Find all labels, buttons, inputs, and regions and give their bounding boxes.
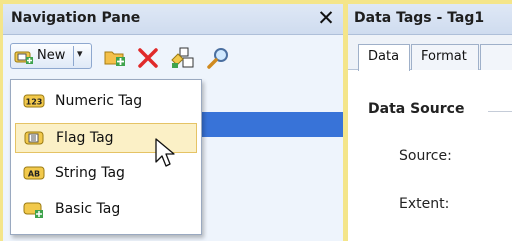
- section-divider: [488, 111, 512, 112]
- source-label: Source:: [399, 148, 452, 164]
- menu-item-numeric-tag[interactable]: 123 Numeric Tag: [15, 87, 197, 117]
- menu-item-label: String Tag: [55, 165, 125, 181]
- svg-text:AB: AB: [28, 170, 40, 179]
- close-icon[interactable]: ✕: [314, 6, 338, 30]
- basic-tag-icon: [23, 202, 43, 218]
- navigation-toolbar: New ▾: [3, 35, 343, 75]
- tab-label: Data: [368, 49, 400, 64]
- menu-item-label: Basic Tag: [55, 201, 121, 217]
- new-tag-menu: 123 Numeric Tag Flag Tag AB String Tag B…: [10, 79, 202, 235]
- new-button[interactable]: New ▾: [10, 43, 92, 69]
- tag-properties-icon[interactable]: [171, 47, 195, 69]
- new-button-divider: [73, 46, 74, 66]
- numeric-tag-icon: 123: [23, 94, 45, 108]
- svg-text:123: 123: [26, 98, 43, 107]
- menu-item-label: Flag Tag: [56, 130, 114, 146]
- navigation-pane-header: Navigation Pane ✕: [3, 4, 343, 35]
- mouse-cursor-icon: [155, 138, 175, 167]
- data-tags-panel: Data Tags - Tag1 Data Format Data Source…: [348, 4, 512, 241]
- delete-icon[interactable]: [137, 47, 159, 69]
- new-tag-icon: [14, 51, 33, 64]
- navigation-pane: Navigation Pane ✕ New ▾ 123 Numeric Tag …: [3, 4, 343, 241]
- navigation-pane-title: Navigation Pane: [11, 10, 141, 26]
- menu-item-basic-tag[interactable]: Basic Tag: [15, 195, 197, 225]
- tab-next[interactable]: [480, 44, 512, 70]
- new-button-label: New: [37, 48, 66, 63]
- string-tag-icon: AB: [23, 166, 45, 180]
- data-tags-header: Data Tags - Tag1: [348, 4, 512, 35]
- tab-format[interactable]: Format: [411, 44, 479, 70]
- section-title: Data Source: [368, 101, 465, 117]
- flag-tag-icon: [24, 131, 44, 145]
- search-icon[interactable]: [206, 47, 230, 69]
- extent-label: Extent:: [399, 196, 450, 212]
- tab-data[interactable]: Data: [358, 44, 410, 71]
- menu-item-label: Numeric Tag: [55, 93, 143, 109]
- add-folder-icon[interactable]: [103, 47, 127, 67]
- chevron-down-icon[interactable]: ▾: [77, 47, 83, 60]
- selected-tree-row[interactable]: [199, 112, 343, 137]
- tab-strip: Data Format: [348, 35, 512, 71]
- tab-label: Format: [421, 49, 467, 64]
- data-tags-title: Data Tags - Tag1: [354, 10, 485, 26]
